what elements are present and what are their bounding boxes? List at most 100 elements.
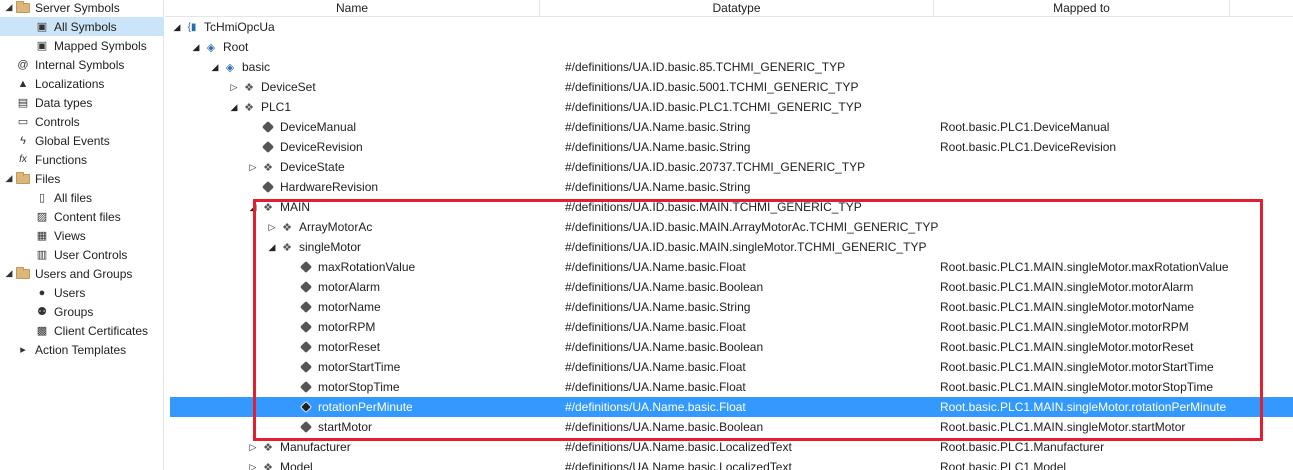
table-row[interactable]: maxRotationValue #/definitions/UA.Name.ba… bbox=[165, 257, 1293, 277]
tree-node: rotationPerMinute bbox=[286, 397, 413, 417]
collapse-arrow-icon[interactable]: ◢ bbox=[2, 173, 16, 184]
symbol-name: motorRPM bbox=[318, 320, 376, 334]
expand-arrow-icon[interactable]: ▷ bbox=[229, 82, 239, 93]
column-header-mapped-to[interactable]: Mapped to bbox=[934, 0, 1230, 17]
table-row[interactable]: HardwareRevision #/definitions/UA.Name.ba… bbox=[165, 177, 1293, 197]
nav-item-controls[interactable]: ▭ Controls bbox=[0, 112, 164, 131]
table-row[interactable]: ◢ ◈ Root bbox=[165, 37, 1293, 57]
expand-arrow-icon[interactable]: ▷ bbox=[248, 442, 258, 453]
table-row[interactable]: motorRPM #/definitions/UA.Name.basic.Floa… bbox=[165, 317, 1293, 337]
column-header-datatype[interactable]: Datatype bbox=[540, 0, 934, 17]
tree-node: DeviceRevision bbox=[248, 137, 363, 157]
symbol-cube-icon bbox=[298, 380, 314, 394]
nav-item-all-symbols[interactable]: ▣ All Symbols bbox=[0, 17, 164, 36]
collapse-arrow-icon[interactable]: ◢ bbox=[248, 202, 258, 213]
expand-arrow-icon[interactable]: ▷ bbox=[248, 462, 258, 470]
nav-item-users[interactable]: ● Users bbox=[0, 283, 164, 302]
symbol-cube-icon bbox=[298, 360, 314, 374]
tree-node: ▷ ❖ DeviceSet bbox=[229, 77, 316, 97]
tree-node: ◢ ❖ PLC1 bbox=[229, 97, 292, 117]
collapse-arrow-icon[interactable]: ◢ bbox=[2, 268, 16, 279]
nav-item-views[interactable]: ▦ Views bbox=[0, 226, 164, 245]
table-row[interactable]: ▷ ❖ DeviceSet #/definitions/UA.ID.basic.500… bbox=[165, 77, 1293, 97]
collapse-arrow-icon[interactable]: ◢ bbox=[2, 2, 16, 13]
symbol-cube-icon bbox=[298, 340, 314, 354]
table-row[interactable]: ◢ ❖ PLC1 #/definitions/UA.ID.basic.PLC1.TCH… bbox=[165, 97, 1293, 117]
file-icon: ▯ bbox=[38, 192, 46, 204]
symbol-cube-icon bbox=[260, 140, 276, 154]
table-row[interactable]: ▷ ❖ Model #/definitions/UA.Name.basic.Local… bbox=[165, 457, 1293, 470]
table-row[interactable]: ◢ ❖ MAIN #/definitions/UA.ID.basic.MAIN.TCH… bbox=[165, 197, 1293, 217]
nav-item-global-events[interactable]: ϟ Global Events bbox=[0, 131, 164, 150]
collapse-arrow-icon[interactable]: ◢ bbox=[172, 22, 182, 33]
symbol-name: motorStopTime bbox=[318, 380, 400, 394]
collapse-arrow-icon[interactable]: ◢ bbox=[267, 242, 277, 253]
table-row[interactable]: rotationPerMinute #/definitions/UA.Name.b… bbox=[170, 397, 1293, 417]
table-row[interactable]: ◢ ❖ singleMotor #/definitions/UA.ID.basic.M… bbox=[165, 237, 1293, 257]
datatype-cell: #/definitions/UA.Name.basic.Boolean bbox=[565, 340, 764, 354]
datatype-cell: #/definitions/UA.Name.basic.String bbox=[565, 140, 751, 154]
symbol-navigation-panel: ◢ Server Symbols ▣ All Symbols ▣ Mapped Symbo… bbox=[0, 0, 164, 470]
datatype-cell: #/definitions/UA.Name.basic.String bbox=[565, 120, 751, 134]
datatype-cell: #/definitions/UA.ID.basic.MAIN.TCHMI_GEN… bbox=[565, 200, 862, 214]
nav-item-localizations[interactable]: ▲ Localizations bbox=[0, 74, 164, 93]
mapped-to-cell: Root.basic.PLC1.MAIN.singleMotor.motorSt… bbox=[940, 380, 1213, 394]
nav-item-data-types[interactable]: ▤ Data types bbox=[0, 93, 164, 112]
nav-item-content-files[interactable]: ▨ Content files bbox=[0, 207, 164, 226]
symbol-name: Manufacturer bbox=[280, 440, 351, 454]
controls-icon: ▭ bbox=[17, 116, 29, 128]
table-row[interactable]: startMotor #/definitions/UA.Name.basic.Bo… bbox=[165, 417, 1293, 437]
table-row[interactable]: motorReset #/definitions/UA.Name.basic.Bo… bbox=[165, 337, 1293, 357]
datatype-cell: #/definitions/UA.ID.basic.MAIN.singleMot… bbox=[565, 240, 927, 254]
collapse-arrow-icon[interactable]: ◢ bbox=[229, 102, 239, 113]
collapse-arrow-icon[interactable]: ◢ bbox=[191, 42, 201, 53]
table-row[interactable]: ▷ ❖ DeviceState #/definitions/UA.ID.basic.2… bbox=[165, 157, 1293, 177]
tree-node: ◢ ◈ basic bbox=[210, 57, 270, 77]
symbol-cube-icon bbox=[298, 320, 314, 334]
datatype-cell: #/definitions/UA.ID.basic.MAIN.ArrayMoto… bbox=[565, 220, 939, 234]
nav-item-action-templates[interactable]: ▸ Action Templates bbox=[0, 340, 164, 359]
collapse-arrow-icon[interactable]: ◢ bbox=[210, 62, 220, 73]
symbol-name: startMotor bbox=[318, 420, 373, 434]
tree-node: motorStartTime bbox=[286, 357, 400, 377]
datatype-cell: #/definitions/UA.Name.basic.Float bbox=[565, 320, 746, 334]
table-row[interactable]: DeviceManual #/definitions/UA.Name.basic.… bbox=[165, 117, 1293, 137]
nav-item-user-controls[interactable]: ▥ User Controls bbox=[0, 245, 164, 264]
nav-item-functions[interactable]: fx Functions bbox=[0, 150, 164, 169]
table-row[interactable]: ◢ ◈ basic #/definitions/UA.ID.basic.85.TCHM… bbox=[165, 57, 1293, 77]
nav-item-internal-symbols[interactable]: @ Internal Symbols bbox=[0, 55, 164, 74]
nav-item-mapped-symbols[interactable]: ▣ Mapped Symbols bbox=[0, 36, 164, 55]
symbol-name: rotationPerMinute bbox=[318, 400, 413, 414]
column-header-name[interactable]: Name bbox=[165, 0, 540, 17]
symbol-cube-icon bbox=[260, 180, 276, 194]
nav-item-groups[interactable]: ⚉ Groups bbox=[0, 302, 164, 321]
nav-item-label: Mapped Symbols bbox=[54, 38, 147, 53]
struct-symbol-icon: ❖ bbox=[263, 201, 273, 214]
table-row[interactable]: ▷ ❖ ArrayMotorAc #/definitions/UA.ID.basic.… bbox=[165, 217, 1293, 237]
table-row[interactable]: ▷ ❖ Manufacturer #/definitions/UA.Name.basi… bbox=[165, 437, 1293, 457]
table-row[interactable]: motorStartTime #/definitions/UA.Name.basi… bbox=[165, 357, 1293, 377]
node-symbol-icon: ◈ bbox=[206, 41, 216, 54]
folder-icon bbox=[16, 171, 30, 186]
table-row[interactable]: motorStopTime #/definitions/UA.Name.basic… bbox=[165, 377, 1293, 397]
datatype-cell: #/definitions/UA.Name.basic.Boolean bbox=[565, 420, 764, 434]
nav-item-client-certificates[interactable]: ▩ Client Certificates bbox=[0, 321, 164, 340]
mapped-to-cell: Root.basic.PLC1.MAIN.singleMotor.motorNa… bbox=[940, 300, 1195, 314]
nav-item-label: Localizations bbox=[35, 76, 105, 91]
nav-item-server-symbols[interactable]: ◢ Server Symbols bbox=[0, 0, 164, 17]
symbols-icon: ▣ bbox=[36, 21, 48, 33]
table-row[interactable]: motorAlarm #/definitions/UA.Name.basic.Bo… bbox=[165, 277, 1293, 297]
table-row[interactable]: motorName #/definitions/UA.Name.basic.Str… bbox=[165, 297, 1293, 317]
expand-arrow-icon[interactable]: ▷ bbox=[248, 162, 258, 173]
nav-item-all-files[interactable]: ▯ All files bbox=[0, 188, 164, 207]
expand-arrow-icon[interactable]: ▷ bbox=[267, 222, 277, 233]
mapped-to-cell: Root.basic.PLC1.Model bbox=[940, 460, 1067, 470]
table-row[interactable]: DeviceRevision #/definitions/UA.Name.basi… bbox=[165, 137, 1293, 157]
symbol-name: HardwareRevision bbox=[280, 180, 379, 194]
nav-item-users-and-groups[interactable]: ◢ Users and Groups bbox=[0, 264, 164, 283]
symbol-cube-icon bbox=[260, 120, 276, 134]
nav-item-files[interactable]: ◢ Files bbox=[0, 169, 164, 188]
datatype-cell: #/definitions/UA.Name.basic.String bbox=[565, 300, 751, 314]
table-row[interactable]: ◢ {▮ TcHmiOpcUa bbox=[165, 17, 1293, 37]
mapped-to-cell: Root.basic.PLC1.DeviceManual bbox=[940, 120, 1110, 134]
